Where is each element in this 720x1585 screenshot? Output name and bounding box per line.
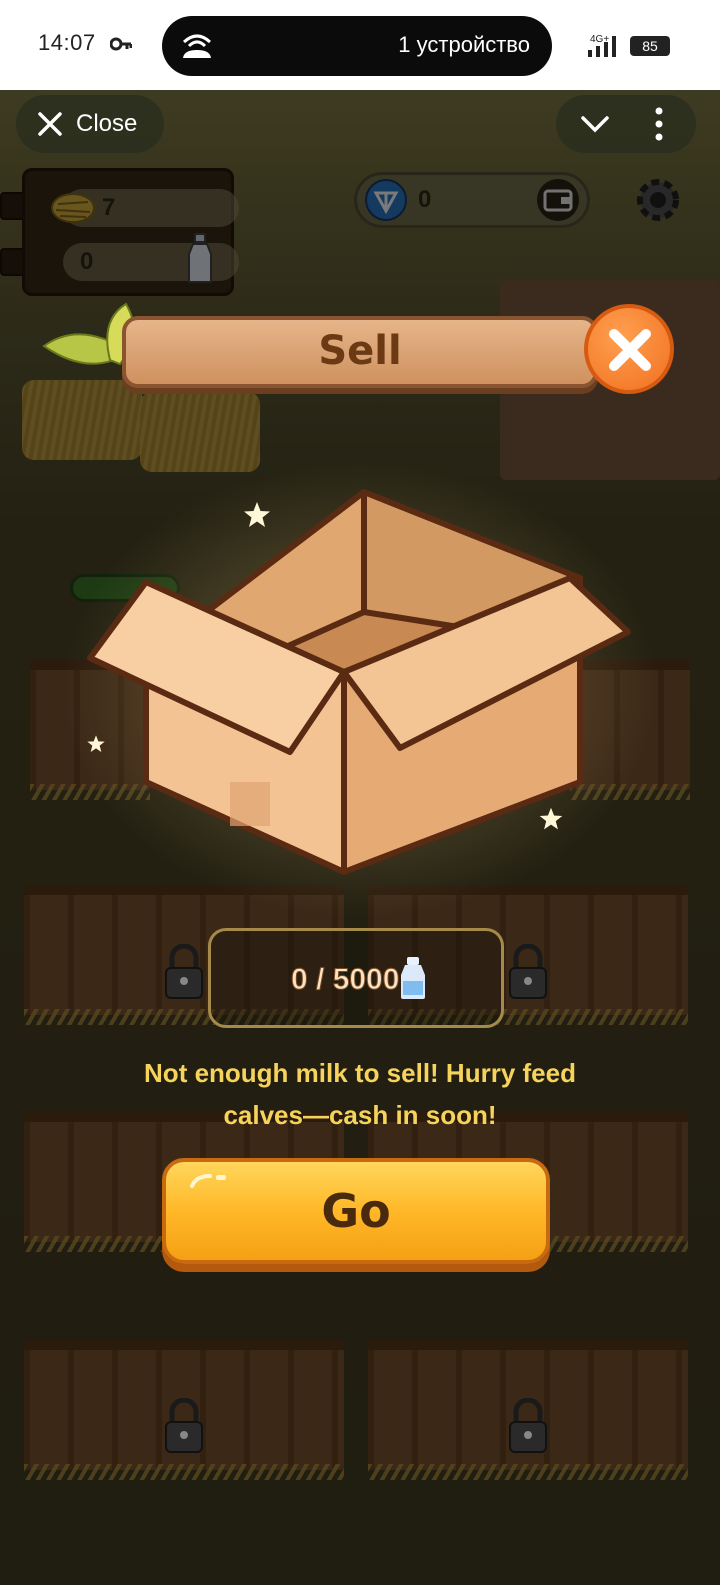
status-bar: 14:07 1 устройство 4G+ 85 [0, 0, 720, 90]
close-app-button[interactable]: Close [16, 95, 164, 153]
milk-progress-text: 0 / 5000 [290, 963, 400, 997]
go-label: Go [321, 1184, 391, 1238]
battery-indicator: 85 [630, 36, 670, 56]
close-modal-button[interactable] [584, 304, 674, 394]
island-text: 1 устройство [398, 32, 530, 57]
not-enough-milk-message: Not enough milk to sell! Hurry feed calv… [144, 1058, 576, 1130]
star-icon [244, 502, 270, 527]
modal-title-sign: Sell [122, 316, 598, 388]
lock-icon [509, 1398, 547, 1453]
shine-decoration [190, 1174, 226, 1188]
star-icon [87, 735, 105, 752]
hotspot-icon [182, 34, 212, 58]
lock-icon [165, 944, 203, 999]
more-icon[interactable] [652, 107, 666, 141]
close-icon [38, 112, 62, 136]
milk-bottle-icon [401, 957, 425, 999]
signal-icon: 4G+ [588, 34, 616, 57]
modal-title: Sell [318, 328, 402, 374]
app-menu-pill [556, 95, 696, 153]
go-button[interactable]: Go [162, 1158, 550, 1264]
lock-icon [165, 1398, 203, 1453]
dynamic-island[interactable]: 1 устройство [162, 16, 552, 76]
close-label: Close [76, 110, 138, 137]
star-icon [539, 807, 563, 830]
milk-progress-box: 0 / 5000 [208, 928, 504, 1028]
status-time: 14:07 [38, 30, 96, 55]
close-icon [609, 329, 651, 371]
chevron-down-icon[interactable] [580, 111, 610, 137]
lock-icon [509, 944, 547, 999]
key-icon [110, 37, 132, 51]
